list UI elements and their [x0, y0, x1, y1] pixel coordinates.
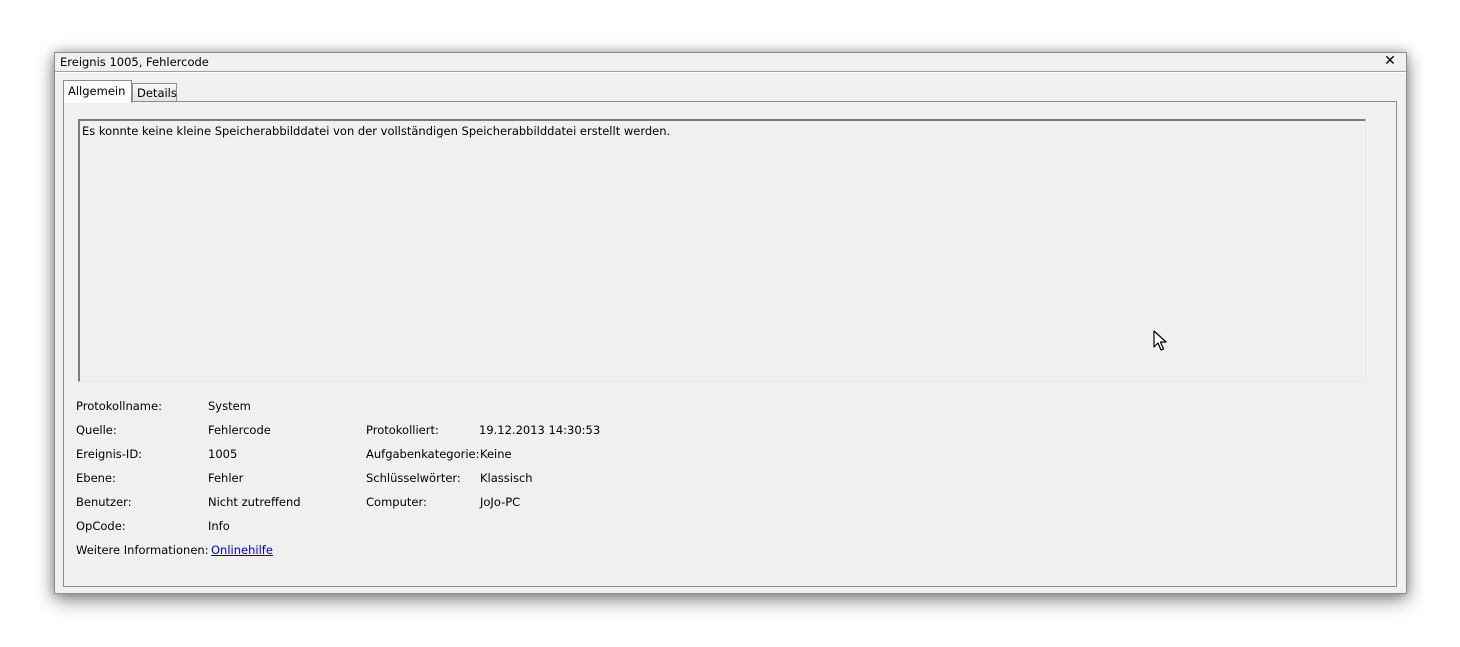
event-description-box[interactable]: Es konnte keine kleine Speicherabbilddat… — [78, 119, 1366, 382]
benutzer-label: Benutzer: — [76, 495, 132, 509]
schluesselwoerter-value[interactable]: Klassisch — [480, 471, 533, 485]
opcode-label: OpCode: — [76, 519, 126, 533]
protokolliert-value[interactable]: 19.12.2013 14:30:53 — [479, 423, 600, 437]
protokollname-label: Protokollname: — [76, 399, 162, 413]
ebene-value[interactable]: Fehler — [208, 471, 243, 485]
opcode-value[interactable]: Info — [208, 519, 230, 533]
aufgabenkategorie-label: Aufgabenkategorie: — [366, 447, 480, 461]
general-tab-panel: Es konnte keine kleine Speicherabbilddat… — [63, 101, 1397, 587]
aufgabenkategorie-value[interactable]: Keine — [480, 447, 512, 461]
benutzer-value[interactable]: Nicht zutreffend — [208, 495, 301, 509]
tab-allgemein[interactable]: Allgemein — [63, 80, 132, 103]
close-button[interactable]: ✕ — [1383, 53, 1397, 69]
protokollname-value[interactable]: System — [208, 399, 251, 413]
onlinehilfe-link[interactable]: Onlinehilfe — [211, 543, 273, 557]
quelle-label: Quelle: — [76, 423, 117, 437]
computer-value[interactable]: JoJo-PC — [480, 495, 520, 509]
ebene-label: Ebene: — [76, 471, 116, 485]
computer-label: Computer: — [366, 495, 427, 509]
quelle-value[interactable]: Fehlercode — [208, 423, 271, 437]
event-description-text: Es konnte keine kleine Speicherabbilddat… — [82, 124, 671, 138]
protokolliert-label: Protokolliert: — [366, 423, 439, 437]
mouse-pointer-icon — [1153, 330, 1167, 351]
ereignis-id-label: Ereignis-ID: — [76, 447, 143, 461]
tab-details[interactable]: Details — [132, 83, 177, 101]
title-bar[interactable]: Ereignis 1005, Fehlercode ✕ — [55, 53, 1406, 72]
event-properties-window: Ereignis 1005, Fehlercode ✕ Allgemein De… — [54, 52, 1407, 594]
weitere-informationen-label: Weitere Informationen: — [76, 543, 209, 557]
window-title: Ereignis 1005, Fehlercode — [60, 55, 209, 69]
ereignis-id-value[interactable]: 1005 — [208, 447, 237, 461]
schluesselwoerter-label: Schlüsselwörter: — [366, 471, 461, 485]
